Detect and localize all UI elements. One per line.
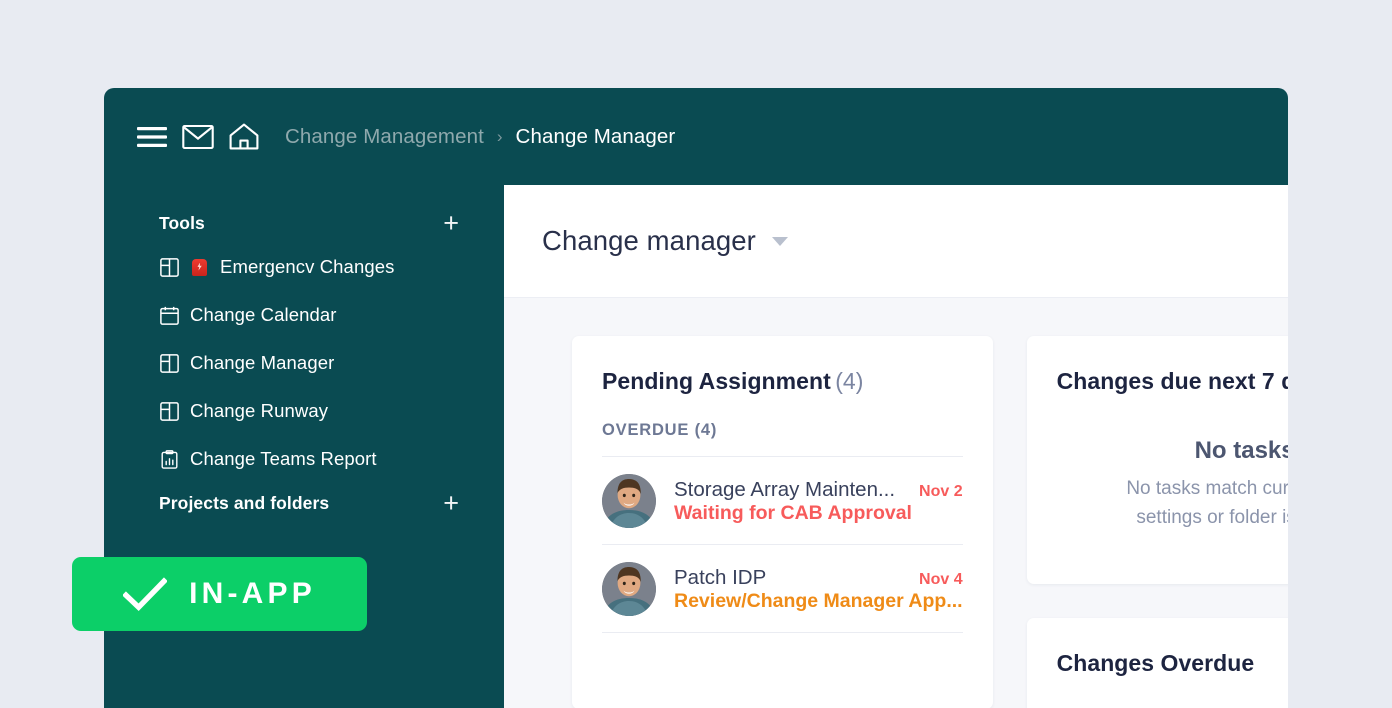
- avatar: [602, 562, 656, 616]
- avatar: [602, 474, 656, 528]
- clipboard-chart-icon: [159, 449, 179, 469]
- cards-grid: Pending Assignment (4) OVERDUE (4): [504, 298, 1288, 708]
- dashboard-grid-icon: [159, 257, 179, 277]
- task-due-date: Nov 4: [919, 571, 963, 589]
- sidebar-section-projects-and-folders: Projects and folders +: [104, 483, 504, 523]
- task-name: Patch IDP: [674, 566, 766, 590]
- in-app-badge: IN-APP: [72, 557, 367, 631]
- status-badge: Waiting for CAB Approval: [674, 502, 912, 524]
- card-pending-assignment: Pending Assignment (4) OVERDUE (4): [572, 336, 993, 708]
- sidebar-item-label: Change Calendar: [190, 304, 337, 326]
- sidebar-item-emergency-changes[interactable]: Emergencv Changes: [104, 243, 504, 291]
- card-title-count: (4): [835, 368, 863, 394]
- breadcrumb-separator-icon: ›: [497, 128, 503, 145]
- add-tool-button[interactable]: +: [443, 210, 459, 237]
- task-body: Patch IDP Nov 4 Review/Change Manager Ap…: [674, 566, 963, 613]
- sidebar-item-label: Change Manager: [190, 352, 334, 374]
- sidebar-item-change-manager[interactable]: Change Manager: [104, 339, 504, 387]
- envelope-icon[interactable]: [175, 119, 221, 155]
- card-changes-overdue: Changes Overdue: [1027, 618, 1288, 708]
- breadcrumb-current[interactable]: Change Manager: [516, 125, 676, 149]
- breadcrumb-parent[interactable]: Change Management: [285, 125, 484, 149]
- empty-state-description: No tasks match current filter settings o…: [1057, 475, 1288, 532]
- dashboard-grid-icon: [159, 353, 179, 373]
- panel-header: Change manager: [504, 185, 1288, 298]
- cards-right-column: Changes due next 7 days No tasks No task…: [1027, 336, 1288, 708]
- card-changes-due-next-7-days: Changes due next 7 days No tasks No task…: [1027, 336, 1288, 584]
- hamburger-menu-icon[interactable]: [129, 119, 175, 155]
- card-header: Pending Assignment (4): [602, 368, 963, 395]
- view-selector[interactable]: Change manager: [542, 225, 788, 257]
- sidebar-item-label: Change Runway: [190, 400, 328, 422]
- dashboard-grid-icon: [159, 401, 179, 421]
- chevron-down-icon[interactable]: [772, 237, 788, 246]
- empty-state-description-line2: settings or folder is empty: [1136, 507, 1288, 528]
- sidebar-item-label: Change Teams Report: [190, 448, 377, 470]
- card-title: Pending Assignment: [602, 368, 831, 394]
- add-project-button[interactable]: +: [443, 490, 459, 517]
- calendar-icon: [159, 305, 179, 325]
- task-name: Storage Array Mainten...: [674, 478, 895, 502]
- table-row[interactable]: Patch IDP Nov 4 Review/Change Manager Ap…: [602, 545, 963, 633]
- page-title: Change manager: [542, 225, 756, 257]
- empty-state-title: No tasks: [1057, 437, 1288, 465]
- task-line-primary: Storage Array Mainten... Nov 2: [674, 478, 963, 502]
- sidebar-item-change-runway[interactable]: Change Runway: [104, 387, 504, 435]
- main-panel: Change manager Pending Assignment (4) OV…: [504, 185, 1288, 708]
- status-badge: Review/Change Manager App...: [674, 590, 963, 612]
- empty-state-description-line1: No tasks match current filter: [1126, 478, 1288, 499]
- table-row[interactable]: Storage Array Mainten... Nov 2 Waiting f…: [602, 457, 963, 545]
- task-body: Storage Array Mainten... Nov 2 Waiting f…: [674, 478, 963, 525]
- sidebar-item-label: Emergencv Changes: [220, 256, 394, 278]
- task-group-label: OVERDUE (4): [602, 421, 963, 440]
- in-app-badge-label: IN-APP: [189, 577, 316, 611]
- breadcrumb: Change Management › Change Manager: [285, 125, 675, 149]
- task-due-date: Nov 2: [919, 483, 963, 501]
- checkmark-icon: [123, 577, 167, 611]
- card-title: Changes Overdue: [1057, 650, 1255, 676]
- home-icon[interactable]: [221, 119, 267, 155]
- sidebar-item-change-calendar[interactable]: Change Calendar: [104, 291, 504, 339]
- top-bar: Change Management › Change Manager: [104, 88, 1288, 185]
- empty-state: No tasks No tasks match current filter s…: [1057, 437, 1288, 532]
- sidebar-section-title: Projects and folders: [159, 493, 329, 514]
- sidebar-section-tools: Tools +: [104, 203, 504, 243]
- task-line-primary: Patch IDP Nov 4: [674, 566, 963, 590]
- siren-emoji: [190, 259, 209, 276]
- sidebar-section-title: Tools: [159, 213, 205, 234]
- sidebar-item-change-teams-report[interactable]: Change Teams Report: [104, 435, 504, 483]
- card-title: Changes due next 7 days: [1057, 368, 1288, 394]
